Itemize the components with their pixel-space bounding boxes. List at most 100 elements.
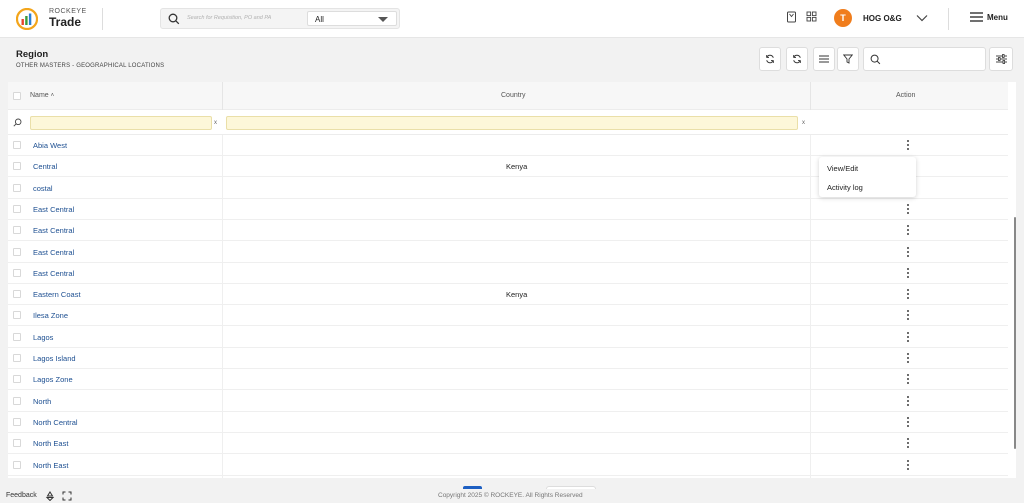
region-name-link[interactable]: North East	[33, 461, 68, 470]
feedback-link[interactable]: Feedback	[6, 492, 37, 499]
table-row[interactable]: North East	[8, 433, 1008, 455]
more-actions-icon[interactable]	[903, 309, 913, 321]
column-header-action: Action	[896, 92, 916, 99]
region-name-link[interactable]: East Central	[33, 205, 74, 214]
row-checkbox[interactable]	[13, 332, 21, 341]
row-checkbox[interactable]	[13, 247, 21, 256]
apps-grid-icon[interactable]	[806, 11, 817, 22]
region-name-link[interactable]: Abia West	[33, 141, 67, 150]
row-checkbox[interactable]	[13, 162, 21, 171]
avatar[interactable]: T	[834, 9, 852, 27]
clear-country-filter[interactable]: x	[802, 120, 805, 126]
more-actions-icon[interactable]	[903, 246, 913, 258]
table-row[interactable]: East Central	[8, 199, 1008, 220]
region-name-link[interactable]: North East	[33, 439, 68, 448]
table-row[interactable]: Ilesa Zone	[8, 305, 1008, 327]
table-row[interactable]: North	[8, 391, 1008, 412]
refresh-icon	[766, 54, 774, 64]
region-name-link[interactable]: Lagos Zone	[33, 375, 73, 384]
row-checkbox[interactable]	[13, 375, 21, 384]
region-name-link[interactable]: Central	[33, 162, 57, 171]
search-input[interactable]: Search for Requisition, PO and PA	[187, 15, 271, 21]
region-name-link[interactable]: Ilesa Zone	[33, 311, 68, 320]
top-bar: ROCKEYE Trade Search for Requisition, PO…	[0, 0, 1024, 38]
grid-search-input[interactable]	[863, 47, 986, 71]
more-actions-icon[interactable]	[903, 373, 913, 385]
row-checkbox[interactable]	[13, 354, 21, 362]
menu-button[interactable]: Menu	[970, 12, 1008, 22]
view-edit-menu-item[interactable]: View/Edit	[827, 164, 858, 173]
settings-button[interactable]	[989, 47, 1013, 71]
more-actions-icon[interactable]	[903, 416, 913, 428]
divider	[948, 8, 949, 30]
column-header-country[interactable]: Country	[501, 92, 526, 99]
more-actions-icon[interactable]	[903, 203, 913, 215]
row-checkbox[interactable]	[13, 439, 21, 448]
region-name-link[interactable]: East Central	[33, 226, 74, 235]
reset-button[interactable]	[786, 47, 808, 71]
more-actions-icon[interactable]	[903, 139, 913, 151]
footer: Feedback Copyright 2025 © ROCKEYE. All R…	[0, 489, 1024, 503]
table-row[interactable]: East Central	[8, 220, 1008, 242]
table-row[interactable]: East Central	[8, 263, 1008, 284]
filter-button[interactable]	[837, 47, 859, 71]
clear-name-filter[interactable]: x	[214, 120, 217, 126]
more-actions-icon[interactable]	[903, 331, 913, 343]
row-checkbox[interactable]	[13, 141, 21, 149]
recycle-icon[interactable]	[45, 491, 55, 501]
user-name[interactable]: HOG O&G	[863, 14, 902, 23]
breadcrumb[interactable]: OTHER MASTERS - GEOGRAPHICAL LOCATIONS	[16, 63, 164, 69]
search-scope-select[interactable]: All	[307, 11, 397, 26]
row-checkbox[interactable]	[13, 460, 21, 469]
more-actions-icon[interactable]	[903, 437, 913, 449]
rockeye-logo-icon[interactable]	[16, 8, 38, 30]
vertical-scrollbar[interactable]	[1014, 217, 1016, 449]
chevron-down-icon[interactable]	[916, 14, 928, 22]
action-menu: View/Edit Activity log	[819, 157, 916, 197]
table-row[interactable]: East Central	[8, 242, 1008, 263]
global-search[interactable]: Search for Requisition, PO and PA All	[160, 8, 400, 29]
region-name-link[interactable]: East Central	[33, 248, 74, 257]
refresh-button[interactable]	[759, 47, 781, 71]
table-row[interactable]: Abia West	[8, 135, 1008, 156]
more-actions-icon[interactable]	[903, 395, 913, 407]
activity-log-menu-item[interactable]: Activity log	[827, 183, 863, 192]
name-filter-input[interactable]	[30, 116, 212, 130]
region-name-link[interactable]: costal	[33, 184, 53, 193]
row-checkbox[interactable]	[13, 290, 21, 299]
row-checkbox[interactable]	[13, 183, 21, 192]
more-actions-icon[interactable]	[903, 459, 913, 471]
more-actions-icon[interactable]	[903, 267, 913, 279]
region-name-link[interactable]: Eastern Coast	[33, 290, 81, 299]
country-filter-input[interactable]	[226, 116, 798, 130]
row-checkbox[interactable]	[13, 226, 21, 235]
more-actions-icon[interactable]	[903, 288, 913, 300]
table-row[interactable]: Lagos	[8, 327, 1008, 348]
region-name-link[interactable]: Lagos Island	[33, 354, 76, 363]
more-actions-icon[interactable]	[903, 352, 913, 364]
table-row[interactable]: Lagos Island	[8, 348, 1008, 369]
column-divider	[810, 82, 811, 110]
region-name-link[interactable]: North	[33, 397, 51, 406]
table-row[interactable]: Lagos Zone	[8, 369, 1008, 391]
fullscreen-icon[interactable]	[62, 491, 72, 501]
table-row[interactable]: North East	[8, 455, 1008, 476]
select-all-checkbox[interactable]	[13, 92, 21, 100]
sort-asc-icon: ˄	[50, 93, 55, 99]
search-icon	[168, 13, 180, 25]
columns-button[interactable]	[813, 47, 835, 71]
row-checkbox[interactable]	[13, 204, 21, 213]
table-row[interactable]: North Central	[8, 412, 1008, 433]
column-header-name[interactable]: Name ˄	[30, 92, 54, 99]
bookmark-icon[interactable]	[786, 11, 797, 23]
more-actions-icon[interactable]	[903, 224, 913, 236]
region-name-link[interactable]: North Central	[33, 418, 78, 427]
region-name-link[interactable]: Lagos	[33, 333, 53, 342]
search-icon	[13, 118, 22, 127]
row-checkbox[interactable]	[13, 396, 21, 405]
table-row[interactable]: Eastern Coast Kenya	[8, 284, 1008, 306]
row-checkbox[interactable]	[13, 417, 21, 426]
row-checkbox[interactable]	[13, 311, 21, 320]
row-checkbox[interactable]	[13, 268, 21, 277]
region-name-link[interactable]: East Central	[33, 269, 74, 278]
